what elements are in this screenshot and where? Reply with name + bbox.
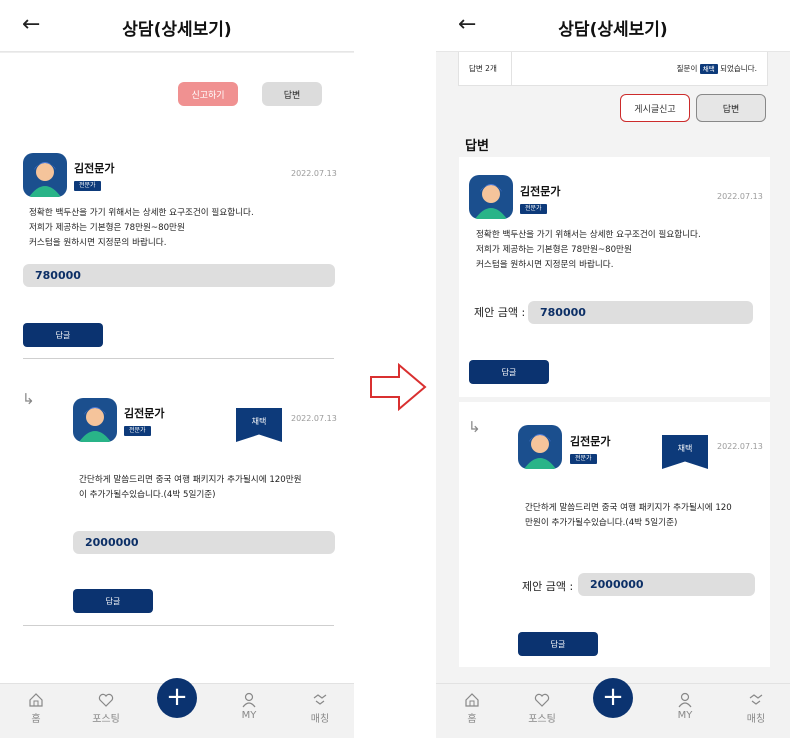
posting-icon (98, 693, 114, 707)
reply-button[interactable]: 답글 (23, 323, 103, 347)
nav-posting[interactable]: 포스팅 (81, 692, 131, 725)
answer-body: 간단하게 말씀드리면 중국 여행 패키지가 추가될시에 120 만원이 추가가될… (525, 503, 732, 528)
handshake-icon (749, 694, 763, 705)
selection-status: 질문이 채택 되었습니다. (677, 63, 757, 74)
answer-date: 2022.07.13 (291, 414, 337, 423)
proposal-amount: 2000000 (73, 531, 335, 554)
avatar (23, 153, 67, 197)
reply-arrow-icon: ↳ (468, 418, 481, 436)
answer-info-bar: 답변 2개 질문이 채택 되었습니다. (458, 52, 768, 86)
reply-arrow-icon: ↳ (22, 390, 35, 408)
add-post-button[interactable]: + (157, 678, 197, 718)
nav-label: 포스팅 (528, 714, 556, 725)
nav-label: MY (241, 710, 257, 721)
add-post-button[interactable]: + (593, 678, 633, 718)
divider (23, 358, 334, 359)
amount-label: 제안 금액 : (522, 580, 574, 593)
answer-date: 2022.07.13 (291, 169, 337, 178)
user-icon (678, 692, 692, 708)
expert-badge: 전문가 (520, 204, 547, 214)
avatar (73, 398, 117, 442)
expert-name: 김전문가 (520, 185, 561, 198)
plus-icon: + (166, 682, 188, 712)
nav-my[interactable]: MY (224, 692, 274, 721)
nav-label: 홈 (31, 714, 41, 725)
answer-date: 2022.07.13 (717, 192, 763, 201)
avatar-illustration-icon (475, 184, 507, 219)
avatar-illustration-icon (79, 407, 111, 442)
selected-tag: 채택 (699, 64, 718, 74)
nav-label: 매칭 (310, 714, 330, 725)
divider (0, 52, 354, 53)
top-bar: ← 상담(상세보기) (0, 0, 354, 52)
bottom-navigation: 홈 포스팅 + MY 매칭 (436, 678, 790, 738)
nav-home[interactable]: 홈 (447, 692, 497, 725)
selected-ribbon: 채택 (236, 408, 282, 442)
divider (511, 52, 512, 85)
reply-button[interactable]: 답글 (73, 589, 153, 613)
answer-body: 정확한 백두산을 가기 위해서는 상세한 요구조건이 필요합니다. 저희가 제공… (476, 230, 701, 270)
nav-label: 포스팅 (92, 714, 120, 725)
screen-after: ← 상담(상세보기) 답변 2개 질문이 채택 되었습니다. 게시글신고 답변 … (436, 0, 790, 738)
screen-before: ← 상담(상세보기) 신고하기 답변 김전문가 전문가 2022.07.13 정… (0, 0, 354, 738)
status-prefix: 질문이 (676, 64, 698, 73)
expert-badge: 전문가 (570, 454, 597, 464)
divider (23, 625, 334, 626)
page-title: 상담(상세보기) (558, 20, 668, 40)
answer-body: 정확한 백두산을 가기 위해서는 상세한 요구조건이 필요합니다. 저희가 제공… (29, 208, 254, 248)
home-icon (29, 693, 43, 707)
section-title: 답변 (465, 139, 489, 154)
avatar (469, 175, 513, 219)
page-title: 상담(상세보기) (122, 20, 232, 40)
answer-count: 답변 2개 (469, 64, 497, 73)
nav-matching[interactable]: 매칭 (731, 692, 781, 725)
nav-label: 홈 (467, 714, 477, 725)
expert-name: 김전문가 (124, 407, 165, 420)
reply-button[interactable]: 답글 (469, 360, 549, 384)
expert-badge: 전문가 (124, 426, 151, 436)
home-icon (465, 693, 479, 707)
nav-matching[interactable]: 매칭 (295, 692, 345, 725)
answer-date: 2022.07.13 (717, 442, 763, 451)
transition-arrow-icon (370, 363, 427, 411)
avatar-illustration-icon (524, 434, 556, 469)
report-post-button[interactable]: 게시글신고 (620, 94, 690, 122)
expert-name: 김전문가 (74, 162, 115, 175)
proposal-amount: 780000 (528, 301, 753, 324)
answer-button[interactable]: 답변 (262, 82, 322, 106)
status-suffix: 되었습니다. (720, 64, 757, 73)
top-bar: ← 상담(상세보기) (436, 0, 790, 52)
answer-button[interactable]: 답변 (696, 94, 766, 122)
avatar (518, 425, 562, 469)
report-button[interactable]: 신고하기 (178, 82, 238, 106)
nav-label: 매칭 (746, 714, 766, 725)
expert-name: 김전문가 (570, 435, 611, 448)
reply-button[interactable]: 답글 (518, 632, 598, 656)
nav-my[interactable]: MY (660, 692, 710, 721)
nav-label: MY (677, 710, 693, 721)
plus-icon: + (602, 682, 624, 712)
proposal-amount: 780000 (23, 264, 335, 287)
proposal-amount: 2000000 (578, 573, 755, 596)
user-icon (242, 692, 256, 708)
nav-posting[interactable]: 포스팅 (517, 692, 567, 725)
expert-badge: 전문가 (74, 181, 101, 191)
handshake-icon (313, 694, 327, 705)
nav-home[interactable]: 홈 (11, 692, 61, 725)
posting-icon (534, 693, 550, 707)
answer-body: 간단하게 말씀드리면 중국 여행 패키지가 추가될시에 120만원 이 추가가될… (79, 475, 302, 500)
amount-label: 제안 금액 : (474, 306, 526, 319)
avatar-illustration-icon (29, 162, 61, 197)
bottom-navigation: 홈 포스팅 + MY 매칭 (0, 678, 354, 738)
